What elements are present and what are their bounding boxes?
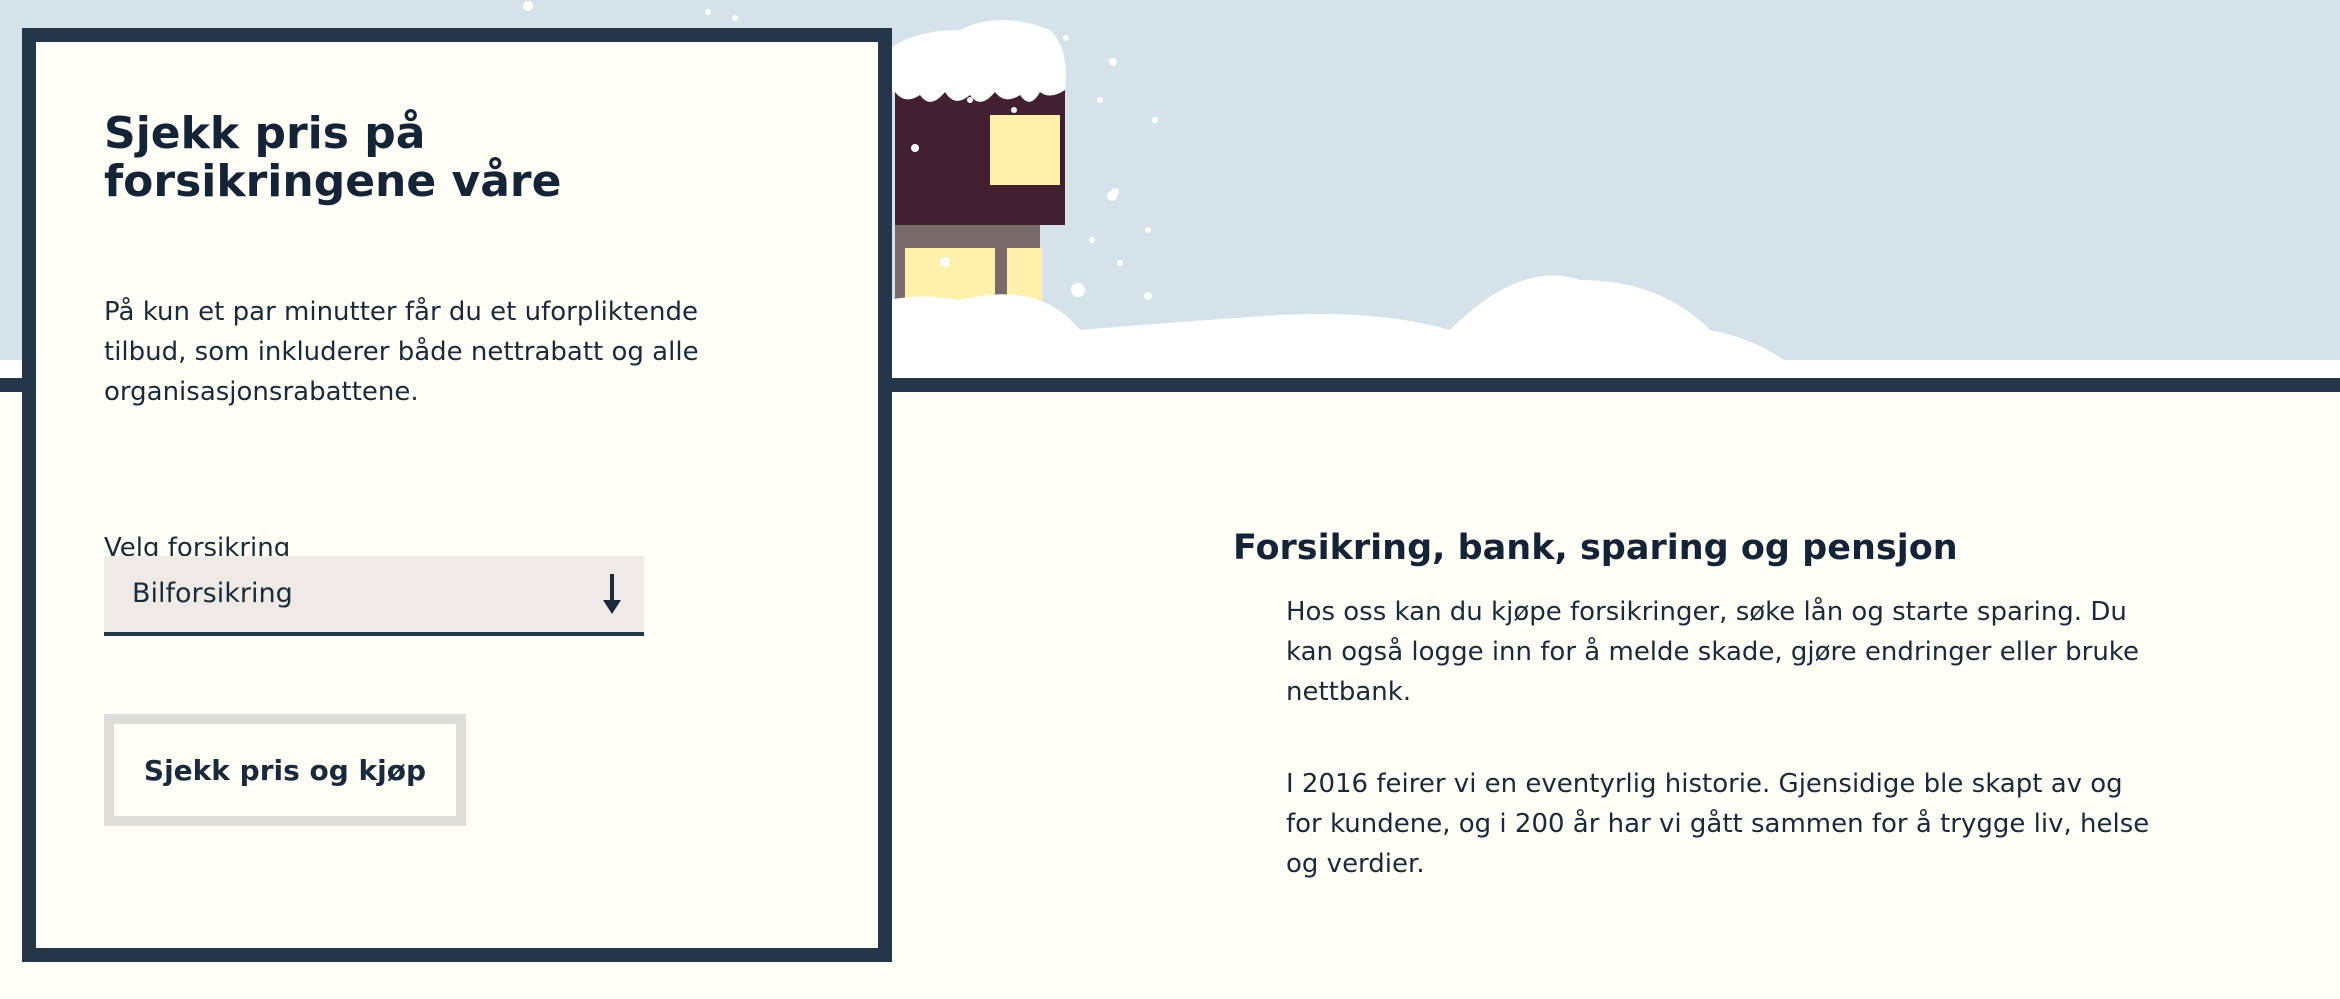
select-value: Bilforsikring — [132, 578, 293, 609]
info-paragraph-1: Hos oss kan du kjøpe forsikringer, søke … — [1286, 597, 2139, 707]
card-title: Sjekk pris på forsikringene våre — [104, 108, 562, 207]
check-price-button[interactable]: Sjekk pris og kjøp — [104, 714, 466, 826]
insurance-select[interactable]: Bilforsikring — [104, 556, 644, 636]
card-description: På kun et par minutter får du et uforpli… — [104, 297, 699, 407]
arrow-down-icon — [600, 572, 624, 620]
info-title: Forsikring, bank, sparing og pensjon — [1233, 528, 1958, 568]
check-price-button-label: Sjekk pris og kjøp — [143, 753, 427, 787]
info-paragraph-2: I 2016 feirer vi en eventyrlig historie.… — [1286, 769, 2150, 879]
